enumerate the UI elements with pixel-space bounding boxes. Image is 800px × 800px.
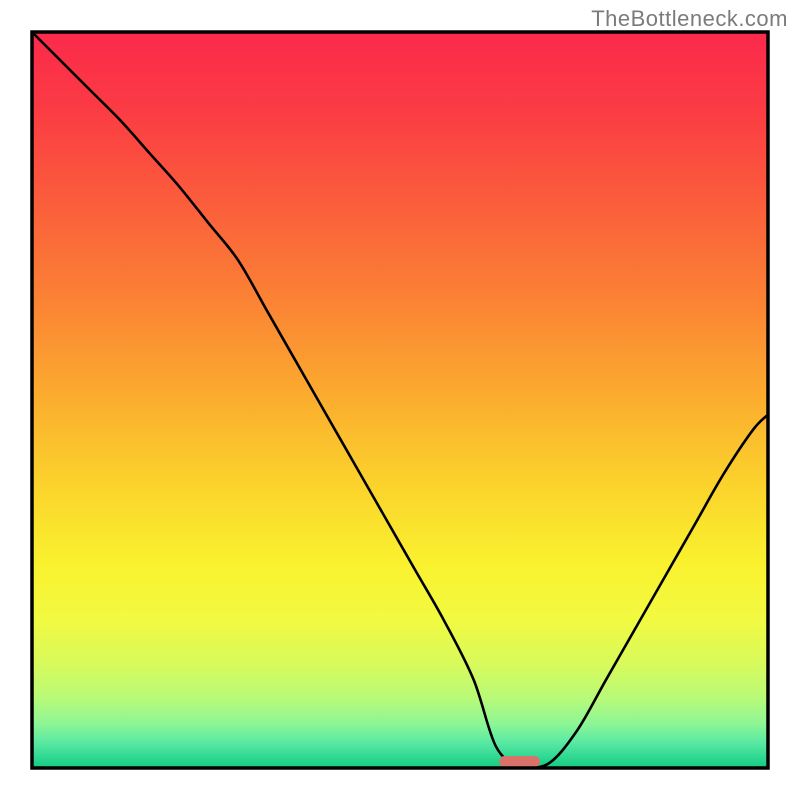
plot-background (32, 32, 768, 768)
chart-container: TheBottleneck.com (0, 0, 800, 800)
bottleneck-chart (0, 0, 800, 800)
watermark-text: TheBottleneck.com (591, 6, 788, 32)
optimum-marker (499, 756, 539, 767)
